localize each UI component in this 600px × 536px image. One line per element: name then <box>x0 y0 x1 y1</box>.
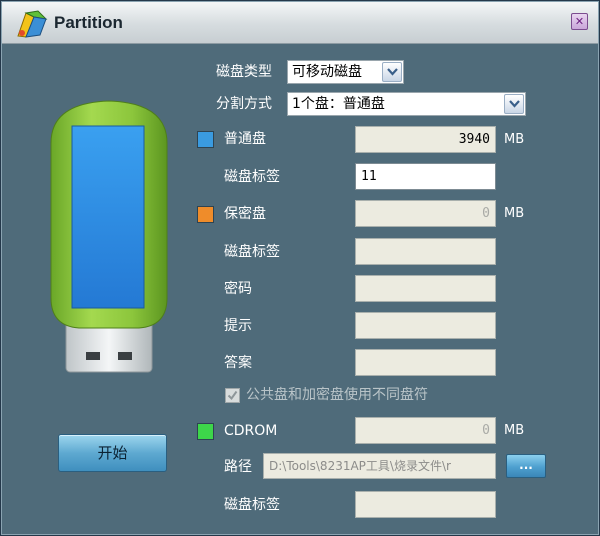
normal-disk-label: 普通盘 <box>224 131 266 147</box>
partition-window: Partition ✕ 磁盘类型 可移动磁盘 分割方式 1个盘：普通盘 普通盘 … <box>0 0 600 536</box>
secure-disk-label: 保密盘 <box>224 206 266 222</box>
separate-drive-letters-label[interactable]: 公共盘和加密盘使用不同盘符 <box>246 385 428 405</box>
normal-disk-color-swatch <box>197 131 214 148</box>
password-input[interactable] <box>355 275 496 302</box>
cdrom-tag-input[interactable] <box>355 491 496 518</box>
usb-drive-icon <box>50 100 168 373</box>
secure-disk-tag-input[interactable] <box>355 238 496 265</box>
normal-disk-unit: MB <box>504 132 525 147</box>
split-mode-select[interactable]: 1个盘：普通盘 <box>287 92 526 116</box>
password-label: 密码 <box>224 281 252 297</box>
cdrom-path-label: 路径 <box>224 459 252 475</box>
normal-disk-size-input[interactable]: 3940 <box>355 126 496 153</box>
separate-drive-letters-checkbox[interactable] <box>225 388 240 403</box>
secure-disk-color-swatch <box>197 206 214 223</box>
hint-input[interactable] <box>355 312 496 339</box>
cdrom-tag-label: 磁盘标签 <box>224 497 280 513</box>
secure-disk-tag-label: 磁盘标签 <box>224 244 280 260</box>
cdrom-path-input[interactable]: D:\Tools\8231AP工具\烧录文件\r <box>263 453 496 479</box>
cdrom-label: CDROM <box>224 423 278 439</box>
window-title: Partition <box>54 13 123 32</box>
cdrom-color-swatch <box>197 423 214 440</box>
start-button[interactable]: 开始 <box>58 434 167 472</box>
checkmark-icon <box>227 390 238 401</box>
normal-disk-tag-label: 磁盘标签 <box>224 169 280 185</box>
normal-disk-tag-input[interactable]: 11 <box>355 163 496 190</box>
chevron-down-icon[interactable] <box>382 62 402 82</box>
secure-disk-size-input[interactable]: 0 <box>355 200 496 227</box>
close-button[interactable]: ✕ <box>571 13 588 30</box>
chevron-down-icon[interactable] <box>504 94 524 114</box>
answer-input[interactable] <box>355 349 496 376</box>
disk-type-label: 磁盘类型 <box>216 64 272 80</box>
disk-type-value: 可移动磁盘 <box>292 64 362 80</box>
partition-app-icon <box>17 10 48 38</box>
cdrom-size-input[interactable]: 0 <box>355 417 496 444</box>
hint-label: 提示 <box>224 318 252 334</box>
title-bar[interactable]: Partition ✕ <box>2 2 598 44</box>
answer-label: 答案 <box>224 355 252 371</box>
cdrom-unit: MB <box>504 423 525 438</box>
split-mode-label: 分割方式 <box>216 96 272 112</box>
browse-button[interactable]: ... <box>506 454 546 478</box>
secure-disk-unit: MB <box>504 206 525 221</box>
close-icon: ✕ <box>574 15 585 28</box>
split-mode-value: 1个盘：普通盘 <box>292 96 385 112</box>
disk-type-select[interactable]: 可移动磁盘 <box>287 60 404 84</box>
